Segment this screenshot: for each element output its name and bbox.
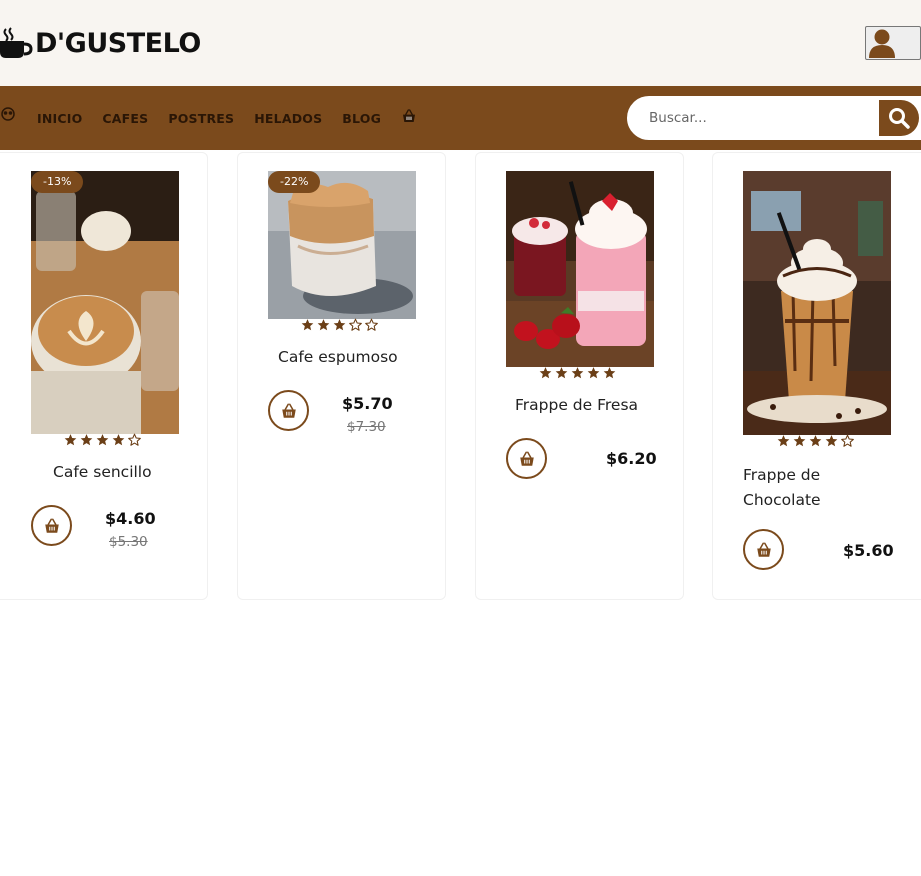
star-full-icon	[602, 366, 617, 380]
search-box	[627, 96, 921, 140]
product-name[interactable]: Frappe de Fresa	[515, 396, 638, 414]
discount-badge: -13%	[31, 171, 84, 193]
star-empty-icon	[364, 318, 379, 332]
product-price: $4.60	[105, 509, 156, 528]
rating-stars	[776, 434, 855, 448]
dalgona-coffee-photo	[268, 171, 416, 319]
latte-art-photo	[31, 171, 179, 434]
rating-stars	[63, 433, 142, 447]
nav-inicio[interactable]: INICIO	[37, 111, 82, 126]
add-to-cart-button[interactable]	[743, 529, 784, 570]
product-image[interactable]	[268, 171, 416, 319]
nav-cafes[interactable]: CAFES	[102, 111, 148, 126]
product-image[interactable]	[743, 171, 891, 435]
star-full-icon	[570, 366, 585, 380]
add-to-cart-button[interactable]	[31, 505, 72, 546]
brand-name: D'GUSTELO	[35, 27, 201, 59]
chocolate-frappe-photo	[743, 171, 891, 435]
star-full-icon	[332, 318, 347, 332]
search-button[interactable]	[879, 98, 921, 138]
product-card[interactable]: Frappe de Chocolate $5.60	[712, 152, 921, 600]
star-empty-icon	[127, 433, 142, 447]
brand-logo[interactable]: D'GUSTELO	[0, 26, 201, 60]
user-account-button[interactable]	[865, 26, 921, 60]
nav-postres[interactable]: POSTRES	[168, 111, 234, 126]
star-full-icon	[808, 434, 823, 448]
star-full-icon	[300, 318, 315, 332]
star-full-icon	[95, 433, 110, 447]
top-header: D'GUSTELO	[0, 0, 921, 86]
star-empty-icon	[840, 434, 855, 448]
product-image[interactable]	[506, 171, 654, 367]
product-old-price: $7.30	[347, 419, 386, 435]
basket-icon	[43, 517, 61, 535]
star-full-icon	[586, 366, 601, 380]
basket-icon	[280, 402, 298, 420]
nav-blog[interactable]: BLOG	[342, 111, 381, 126]
star-full-icon	[63, 433, 78, 447]
product-name[interactable]: Cafe espumoso	[278, 348, 398, 366]
product-card[interactable]: -22% Cafe espumoso $5.70 $7.30	[237, 152, 446, 600]
star-full-icon	[824, 434, 839, 448]
rating-stars	[538, 366, 617, 380]
add-to-cart-button[interactable]	[506, 438, 547, 479]
basket-icon	[755, 541, 773, 559]
product-price: $5.70	[342, 394, 393, 413]
rating-stars	[300, 318, 379, 332]
basket-icon	[518, 450, 536, 468]
star-empty-icon	[348, 318, 363, 332]
product-price: $6.20	[606, 449, 657, 468]
coffee-cup-icon	[0, 27, 33, 58]
product-price: $5.60	[843, 541, 894, 560]
nav-helados[interactable]: HELADOS	[254, 111, 322, 126]
product-card[interactable]: Frappe de Fresa $6.20	[475, 152, 684, 600]
search-icon	[889, 108, 910, 129]
star-full-icon	[316, 318, 331, 332]
basket-icon[interactable]	[401, 108, 417, 124]
star-full-icon	[111, 433, 126, 447]
user-icon	[869, 29, 895, 58]
star-full-icon	[79, 433, 94, 447]
product-old-price: $5.30	[109, 534, 148, 550]
star-full-icon	[538, 366, 553, 380]
star-full-icon	[776, 434, 791, 448]
product-image[interactable]	[31, 171, 179, 434]
product-name[interactable]: Frappe de Chocolate	[743, 463, 821, 513]
search-input[interactable]	[649, 107, 869, 129]
star-full-icon	[792, 434, 807, 448]
strawberry-frappe-photo	[506, 171, 654, 367]
add-to-cart-button[interactable]	[268, 390, 309, 431]
discount-badge: -22%	[268, 171, 321, 193]
product-name[interactable]: Cafe sencillo	[53, 463, 152, 481]
face-icon[interactable]	[0, 106, 16, 122]
product-card[interactable]: -13% Cafe sencillo $4.60 $5.30	[0, 152, 208, 600]
star-full-icon	[554, 366, 569, 380]
